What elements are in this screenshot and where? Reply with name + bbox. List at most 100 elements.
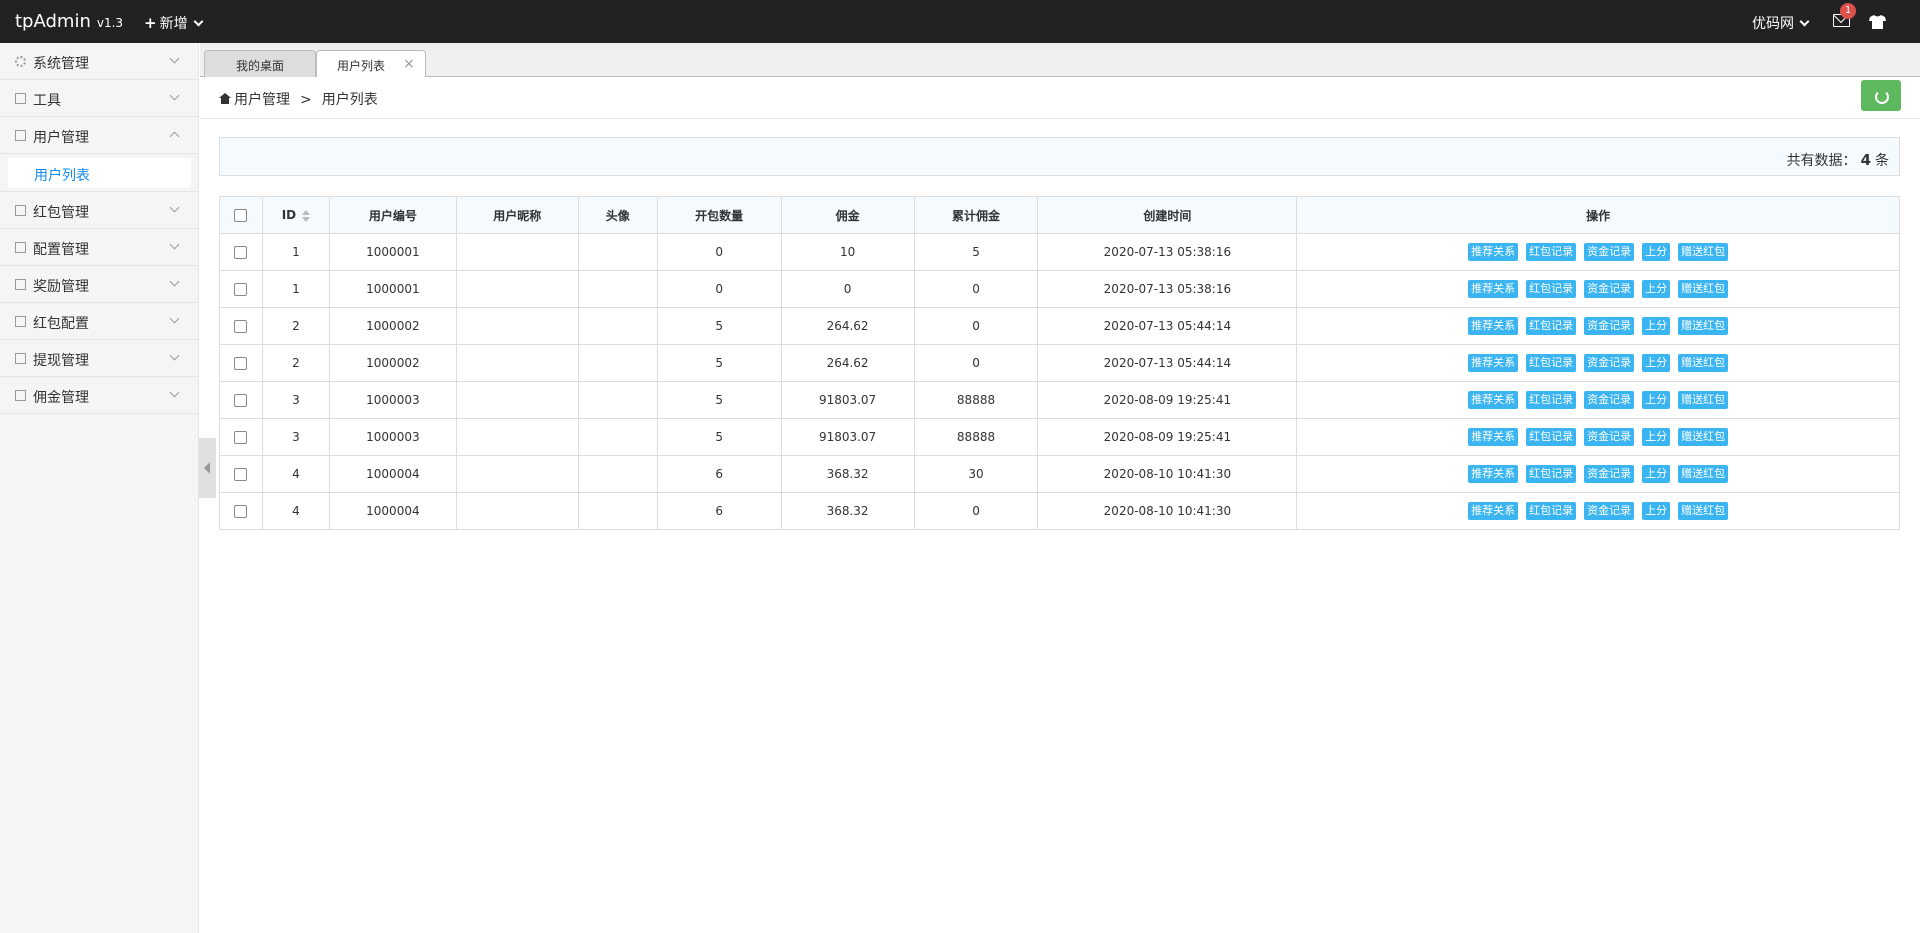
gift-redpacket-button[interactable]: 赠送红包 <box>1678 354 1729 372</box>
add-points-button[interactable]: 上分 <box>1642 280 1671 298</box>
cell-user-no: 1000003 <box>328 381 457 419</box>
fund-record-button[interactable]: 资金记录 <box>1584 502 1635 520</box>
cell-avatar <box>577 233 658 271</box>
sort-icon[interactable] <box>302 209 311 222</box>
gift-redpacket-button[interactable]: 赠送红包 <box>1678 280 1729 298</box>
referral-button[interactable]: 推荐关系 <box>1468 243 1519 261</box>
fund-record-button[interactable]: 资金记录 <box>1584 243 1635 261</box>
sidebar-item-label: 配置管理 <box>33 242 89 258</box>
cell-total-commission: 88888 <box>913 381 1039 419</box>
redpacket-record-button[interactable]: 红包记录 <box>1526 428 1577 446</box>
sidebar-item-users[interactable]: 用户管理 <box>0 117 198 154</box>
chevron-down-icon <box>169 313 180 324</box>
referral-button[interactable]: 推荐关系 <box>1468 391 1519 409</box>
sidebar-item-label: 系统管理 <box>33 56 89 72</box>
table-row: 3 1000003 5 91803.07 88888 2020-08-09 19:25:4… <box>219 418 1900 456</box>
fund-record-button[interactable]: 资金记录 <box>1584 280 1635 298</box>
site-dropdown[interactable]: 优码网 <box>1752 13 1810 33</box>
referral-button[interactable]: 推荐关系 <box>1468 280 1519 298</box>
table-row: 1 1000001 0 0 0 2020-07-13 05:38:16 推荐关系 红包记录 资金… <box>219 270 1900 308</box>
sidebar-item-commission[interactable]: 佣金管理 <box>0 377 198 414</box>
sidebar-item-tools[interactable]: 工具 <box>0 80 198 117</box>
row-checkbox[interactable] <box>234 505 248 518</box>
gift-redpacket-button[interactable]: 赠送红包 <box>1678 391 1729 409</box>
cell-actions: 推荐关系 红包记录 资金记录 上分 赠送红包 <box>1296 455 1900 493</box>
fund-record-button[interactable]: 资金记录 <box>1584 465 1635 483</box>
close-icon[interactable]: × <box>403 56 415 72</box>
row-checkbox[interactable] <box>234 320 248 333</box>
row-select-cell <box>219 455 263 493</box>
cell-created: 2020-07-13 05:44:14 <box>1037 307 1298 345</box>
app-brand[interactable]: tpAdmin v1.3 <box>15 11 123 32</box>
redpacket-record-button[interactable]: 红包记录 <box>1526 391 1577 409</box>
cell-actions: 推荐关系 红包记录 资金记录 上分 赠送红包 <box>1296 381 1900 419</box>
sidebar-subitem-user-list[interactable]: 用户列表 <box>8 158 191 188</box>
row-select-cell <box>219 418 263 456</box>
cell-id: 4 <box>261 492 330 530</box>
add-points-button[interactable]: 上分 <box>1642 428 1671 446</box>
cell-user-no: 1000004 <box>328 492 457 530</box>
row-select-cell <box>219 381 263 419</box>
sidebar-collapse-handle[interactable] <box>199 438 216 498</box>
row-checkbox[interactable] <box>234 431 248 444</box>
redpacket-record-button[interactable]: 红包记录 <box>1526 280 1577 298</box>
add-points-button[interactable]: 上分 <box>1642 243 1671 261</box>
add-points-button[interactable]: 上分 <box>1642 354 1671 372</box>
cell-total-commission: 0 <box>913 344 1039 382</box>
cell-commission: 91803.07 <box>780 418 915 456</box>
row-select-cell <box>219 344 263 382</box>
tab-user-list[interactable]: 用户列表 × <box>316 50 426 78</box>
table-row: 3 1000003 5 91803.07 88888 2020-08-09 19:25:4… <box>219 381 1900 419</box>
select-all-checkbox[interactable] <box>234 209 248 222</box>
gift-redpacket-button[interactable]: 赠送红包 <box>1678 465 1729 483</box>
sidebar-item-withdraw[interactable]: 提现管理 <box>0 340 198 377</box>
cell-created: 2020-07-13 05:44:14 <box>1037 344 1298 382</box>
referral-button[interactable]: 推荐关系 <box>1468 428 1519 446</box>
redpacket-record-button[interactable]: 红包记录 <box>1526 354 1577 372</box>
sidebar-item-system[interactable]: 系统管理 <box>0 43 198 80</box>
row-checkbox[interactable] <box>234 468 248 481</box>
new-dropdown[interactable]: + 新增 <box>144 13 204 33</box>
sidebar-item-label: 红包管理 <box>33 205 89 221</box>
top-navbar: tpAdmin v1.3 + 新增 优码网 1 <box>0 0 1920 43</box>
referral-button[interactable]: 推荐关系 <box>1468 354 1519 372</box>
breadcrumb-parent[interactable]: 用户管理 <box>234 92 290 108</box>
gift-redpacket-button[interactable]: 赠送红包 <box>1678 243 1729 261</box>
add-points-button[interactable]: 上分 <box>1642 317 1671 335</box>
row-checkbox[interactable] <box>234 246 248 259</box>
redpacket-record-button[interactable]: 红包记录 <box>1526 243 1577 261</box>
redpacket-record-button[interactable]: 红包记录 <box>1526 465 1577 483</box>
referral-button[interactable]: 推荐关系 <box>1468 465 1519 483</box>
cell-id: 3 <box>261 381 330 419</box>
gift-redpacket-button[interactable]: 赠送红包 <box>1678 502 1729 520</box>
sidebar-item-config[interactable]: 配置管理 <box>0 229 198 266</box>
fund-record-button[interactable]: 资金记录 <box>1584 317 1635 335</box>
tab-desktop[interactable]: 我的桌面 <box>204 50 316 77</box>
referral-button[interactable]: 推荐关系 <box>1468 317 1519 335</box>
fund-record-button[interactable]: 资金记录 <box>1584 391 1635 409</box>
referral-button[interactable]: 推荐关系 <box>1468 502 1519 520</box>
sidebar-item-redpacket-config[interactable]: 红包配置 <box>0 303 198 340</box>
plus-icon: + <box>144 14 157 32</box>
column-header-id[interactable]: ID <box>261 196 330 234</box>
fund-record-button[interactable]: 资金记录 <box>1584 354 1635 372</box>
redpacket-record-button[interactable]: 红包记录 <box>1526 502 1577 520</box>
row-checkbox[interactable] <box>234 357 248 370</box>
gift-redpacket-button[interactable]: 赠送红包 <box>1678 317 1729 335</box>
cell-created: 2020-08-10 10:41:30 <box>1037 455 1298 493</box>
sidebar-item-redpacket[interactable]: 红包管理 <box>0 192 198 229</box>
add-points-button[interactable]: 上分 <box>1642 465 1671 483</box>
fund-record-button[interactable]: 资金记录 <box>1584 428 1635 446</box>
sidebar-item-label: 红包配置 <box>33 316 89 332</box>
row-checkbox[interactable] <box>234 394 248 407</box>
add-points-button[interactable]: 上分 <box>1642 391 1671 409</box>
skin-icon[interactable] <box>1869 15 1886 33</box>
column-header-commission: 佣金 <box>780 196 915 234</box>
refresh-button[interactable] <box>1861 80 1901 111</box>
sidebar-item-rewards[interactable]: 奖励管理 <box>0 266 198 303</box>
row-checkbox[interactable] <box>234 283 248 296</box>
cell-id: 1 <box>261 270 330 308</box>
add-points-button[interactable]: 上分 <box>1642 502 1671 520</box>
gift-redpacket-button[interactable]: 赠送红包 <box>1678 428 1729 446</box>
redpacket-record-button[interactable]: 红包记录 <box>1526 317 1577 335</box>
